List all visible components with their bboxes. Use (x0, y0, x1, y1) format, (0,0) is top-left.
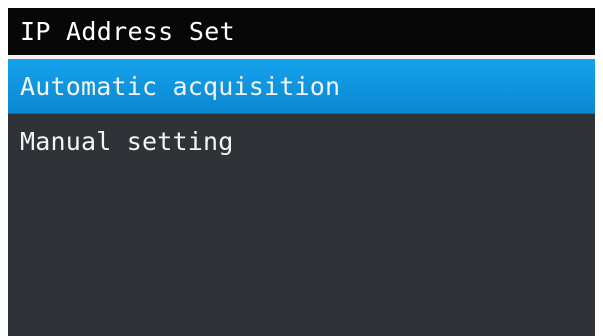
menu-item-label: Manual setting (20, 127, 234, 156)
menu-item-label: Automatic acquisition (20, 72, 341, 101)
menu-item-automatic-acquisition[interactable]: Automatic acquisition (8, 59, 595, 114)
lcd-screen: IP Address Set Automatic acquisition Man… (8, 8, 595, 336)
title-bar: IP Address Set (8, 8, 595, 55)
page-title: IP Address Set (20, 17, 235, 46)
menu-list: Automatic acquisition Manual setting (8, 59, 595, 169)
menu-item-manual-setting[interactable]: Manual setting (8, 114, 595, 169)
